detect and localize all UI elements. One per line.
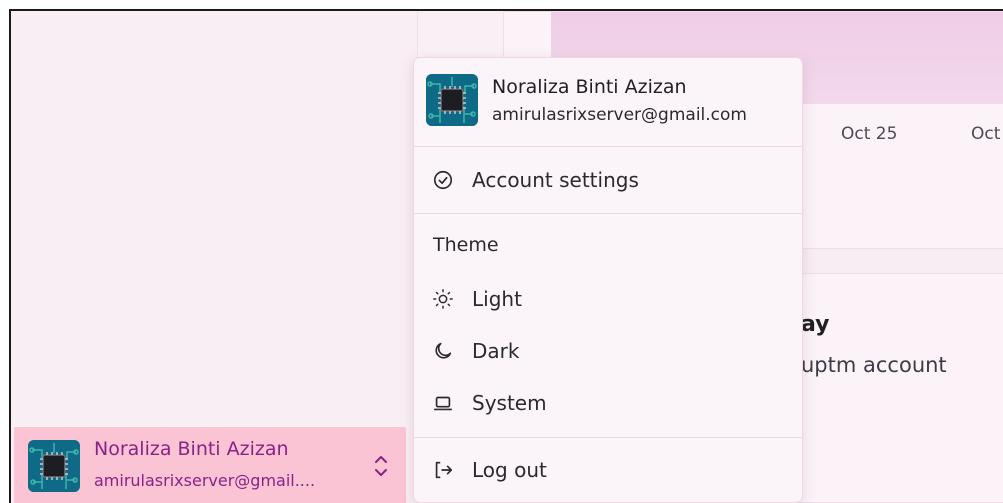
moon-icon bbox=[435, 342, 452, 359]
chevrons-up-down-icon bbox=[375, 456, 387, 476]
account-settings-label: Account settings bbox=[472, 168, 639, 192]
avatar bbox=[426, 74, 478, 126]
menu-user-name: Noraliza Binti Azizan bbox=[492, 76, 687, 98]
theme-dark-item[interactable]: Dark bbox=[414, 329, 802, 373]
date-label: Oct bbox=[971, 124, 1001, 144]
laptop-icon bbox=[433, 396, 453, 411]
menu-user-email: amirulasrixserver@gmail.com bbox=[492, 105, 747, 125]
theme-option-label: Light bbox=[472, 287, 522, 311]
logout-item[interactable]: Log out bbox=[414, 448, 802, 492]
log-out-icon bbox=[435, 461, 453, 479]
circuit-chip-icon bbox=[28, 440, 80, 492]
circuit-chip-icon bbox=[426, 74, 478, 126]
user-email: amirulasrixserver@gmail.... bbox=[94, 471, 316, 490]
divider bbox=[414, 437, 802, 438]
user-menu-trigger[interactable]: Noraliza Binti Azizan amirulasrixserver@… bbox=[14, 427, 406, 503]
theme-option-label: Dark bbox=[472, 339, 520, 363]
account-settings-item[interactable]: Account settings bbox=[414, 158, 802, 202]
user-dropdown-menu: Noraliza Binti Azizan amirulasrixserver@… bbox=[413, 57, 803, 503]
theme-light-item[interactable]: Light bbox=[414, 277, 802, 321]
divider bbox=[414, 146, 802, 147]
card-subtitle: uptm account bbox=[801, 353, 947, 377]
sun-icon bbox=[433, 289, 453, 309]
theme-system-item[interactable]: System bbox=[414, 381, 802, 425]
circle-check-icon bbox=[433, 170, 453, 190]
theme-option-label: System bbox=[472, 391, 547, 415]
date-label: Oct 25 bbox=[841, 124, 898, 144]
divider bbox=[414, 213, 802, 214]
theme-section-label: Theme bbox=[433, 234, 499, 256]
sidebar: Noraliza Binti Azizan amirulasrixserver@… bbox=[11, 11, 417, 503]
card-title: ay bbox=[801, 312, 830, 337]
logout-label: Log out bbox=[472, 458, 547, 482]
user-name: Noraliza Binti Azizan bbox=[94, 438, 289, 460]
avatar bbox=[28, 440, 80, 492]
